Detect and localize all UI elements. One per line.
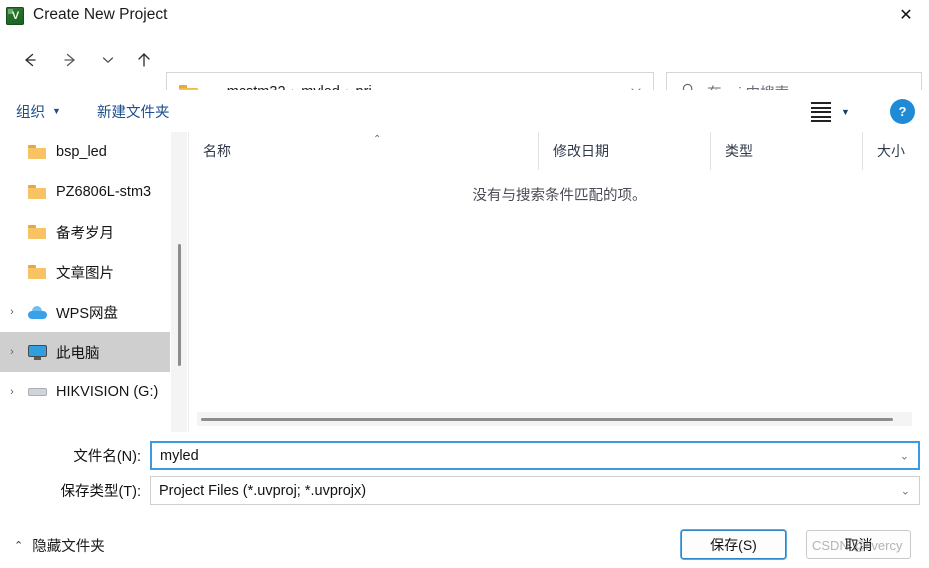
create-new-project-dialog: Create New Project ✕	[0, 0, 929, 568]
navigation-pane: bsp_led PZ6806L-stm3 备考岁月 文章图片 › WPS网盘 ›…	[0, 132, 170, 432]
new-folder-button[interactable]: 新建文件夹	[97, 90, 170, 132]
sidebar-item-label: PZ6806L-stm3	[56, 184, 152, 200]
arrow-up-icon	[138, 53, 150, 67]
sidebar-item-label: 备考岁月	[56, 225, 114, 242]
view-mode-button[interactable]: ▼	[811, 101, 863, 123]
chevron-right-icon[interactable]: ›	[0, 386, 24, 398]
chevron-up-icon: ⌃	[14, 540, 24, 552]
chevron-down-icon[interactable]: ⌄	[901, 484, 910, 497]
file-list-hscrollbar-thumb[interactable]	[201, 418, 893, 421]
chevron-down-icon	[102, 57, 114, 63]
list-view-icon	[811, 102, 831, 122]
column-headers: 名称 ⌃ 修改日期 类型 大小	[189, 132, 929, 170]
hide-folders-label: 隐藏文件夹	[32, 539, 105, 555]
drive-icon	[24, 386, 50, 398]
sidebar-item-label: WPS网盘	[56, 305, 119, 322]
hide-folders-toggle[interactable]: ⌃ 隐藏文件夹	[14, 535, 105, 556]
navigation-bar: « mcstm32 › myled › prj	[0, 32, 929, 112]
folder-icon	[24, 185, 50, 199]
save-button-label: 保存(S)	[710, 536, 757, 553]
sidebar-item-label: HIKVISION (G:)	[56, 384, 159, 400]
dialog-body: bsp_led PZ6806L-stm3 备考岁月 文章图片 › WPS网盘 ›…	[0, 132, 929, 432]
column-label: 修改日期	[553, 143, 609, 159]
file-type-label: 保存类型(T):	[60, 484, 141, 500]
sidebar-item-label: 文章图片	[56, 265, 114, 282]
window-title: Create New Project	[33, 6, 168, 23]
column-label: 类型	[725, 143, 753, 159]
sidebar-item-label: 此电脑	[56, 345, 100, 362]
dialog-footer: 文件名(N): myled ⌄ 保存类型(T): Project Files (…	[0, 432, 929, 568]
file-type-select[interactable]: Project Files (*.uvproj; *.uvprojx) ⌄	[150, 476, 920, 505]
organize-button[interactable]: 组织 ▼	[16, 90, 61, 132]
sidebar-item-hikvision-g[interactable]: › HIKVISION (G:)	[0, 372, 170, 412]
sidebar-item-label: bsp_led	[56, 144, 107, 160]
back-button[interactable]	[14, 44, 46, 76]
sidebar-item-wps-cloud[interactable]: › WPS网盘	[0, 292, 170, 332]
title-bar: Create New Project ✕	[0, 0, 929, 30]
empty-list-message: 没有与搜索条件匹配的项。	[472, 188, 647, 204]
chevron-down-icon: ▼	[52, 106, 61, 116]
new-folder-label: 新建文件夹	[97, 104, 170, 121]
arrow-right-icon	[64, 53, 75, 67]
folder-icon	[24, 265, 50, 279]
forward-button[interactable]	[54, 44, 86, 76]
chevron-right-icon[interactable]: ›	[0, 306, 24, 318]
up-button[interactable]	[128, 44, 160, 76]
cancel-button-label: 取消	[844, 536, 873, 553]
file-name-label: 文件名(N):	[73, 449, 141, 465]
column-label: 名称	[203, 143, 231, 159]
sidebar-scrollbar-thumb[interactable]	[178, 244, 181, 366]
sidebar-item-bsp-led[interactable]: bsp_led	[0, 132, 170, 172]
cancel-button[interactable]: 取消	[806, 530, 911, 559]
folder-icon	[24, 225, 50, 239]
organize-label: 组织	[16, 104, 45, 121]
file-list-pane: 名称 ⌃ 修改日期 类型 大小 没有与搜索条件匹配的项。	[188, 132, 929, 432]
sidebar-item-beikaosuiyue[interactable]: 备考岁月	[0, 212, 170, 252]
sidebar-item-wenzhangtupian[interactable]: 文章图片	[0, 252, 170, 292]
column-header-date-modified[interactable]: 修改日期	[539, 132, 711, 170]
folder-icon	[24, 145, 50, 159]
this-pc-icon	[24, 344, 50, 360]
sidebar-item-pz6806l[interactable]: PZ6806L-stm3	[0, 172, 170, 212]
chevron-down-icon[interactable]: ⌄	[900, 449, 909, 462]
uvision-icon	[6, 6, 24, 25]
column-header-size[interactable]: 大小	[863, 132, 929, 170]
sort-ascending-icon: ⌃	[373, 134, 382, 145]
file-name-row: 文件名(N): myled ⌄	[0, 441, 920, 470]
column-header-type[interactable]: 类型	[711, 132, 863, 170]
file-name-input[interactable]: myled ⌄	[150, 441, 920, 470]
sidebar-item-this-pc[interactable]: › 此电脑	[0, 332, 170, 372]
help-button[interactable]: ?	[890, 99, 915, 124]
arrow-left-icon	[25, 53, 36, 67]
chevron-down-icon: ▼	[841, 107, 850, 117]
command-toolbar: 组织 ▼ 新建文件夹 ▼ ?	[0, 90, 929, 132]
cloud-icon	[24, 305, 50, 319]
file-type-row: 保存类型(T): Project Files (*.uvproj; *.uvpr…	[0, 476, 920, 505]
file-type-value: Project Files (*.uvproj; *.uvprojx)	[159, 482, 367, 499]
close-icon[interactable]: ✕	[883, 0, 929, 30]
chevron-right-icon[interactable]: ›	[0, 346, 24, 358]
file-name-value: myled	[160, 447, 199, 464]
save-button[interactable]: 保存(S)	[681, 530, 786, 559]
recent-locations-button[interactable]	[92, 44, 124, 76]
help-icon: ?	[898, 104, 907, 119]
column-label: 大小	[877, 143, 905, 159]
column-header-name[interactable]: 名称 ⌃	[189, 132, 539, 170]
